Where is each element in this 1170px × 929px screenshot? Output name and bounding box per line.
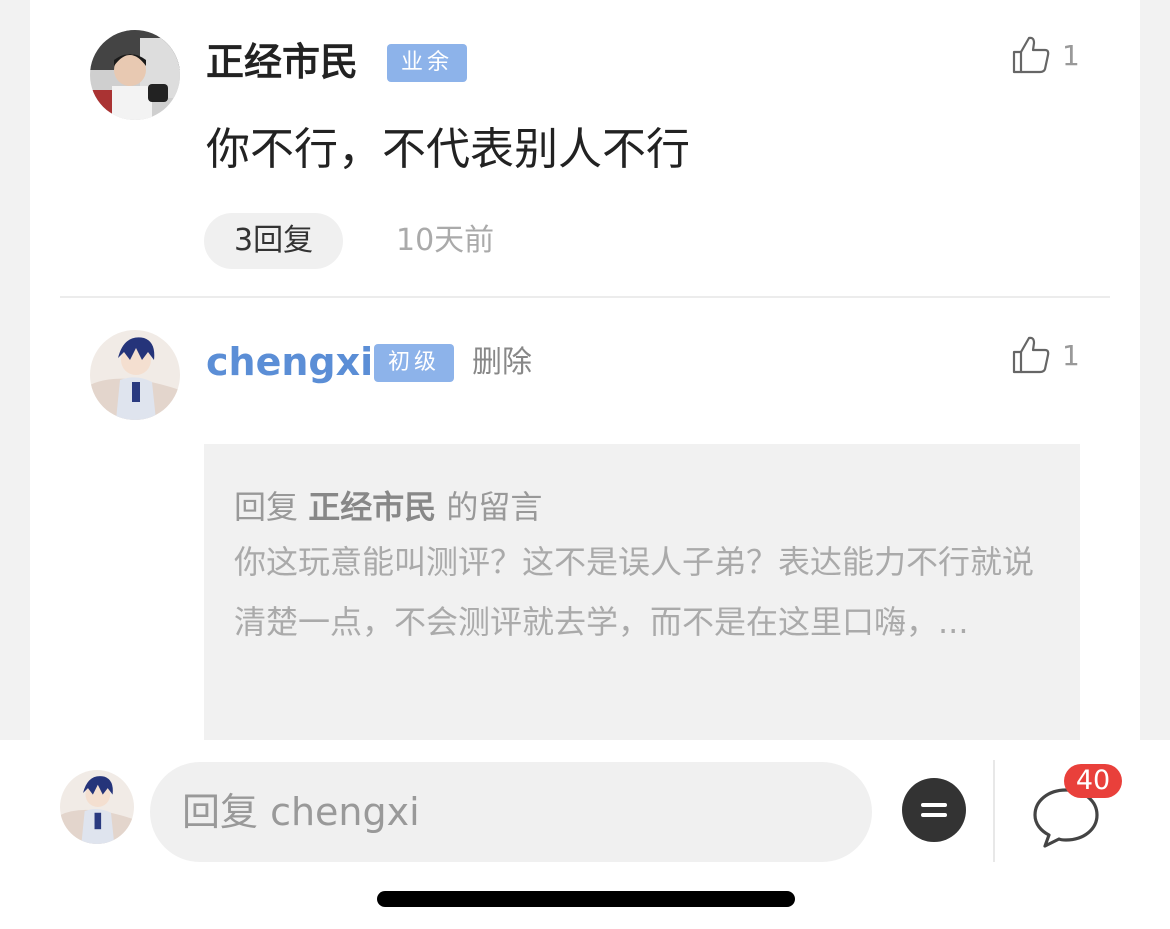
quote-header: 回复 正经市民 的留言 xyxy=(234,484,1050,530)
like-count: 1 xyxy=(1062,338,1080,372)
thumbs-up-icon xyxy=(1012,336,1050,374)
home-indicator[interactable] xyxy=(377,891,795,907)
quote-prefix: 回复 xyxy=(234,488,299,526)
comment-time: 10天前 xyxy=(396,223,495,258)
level-badge: 初级 xyxy=(374,344,455,382)
like-count: 1 xyxy=(1062,38,1080,72)
comment-username[interactable]: 正经市民 xyxy=(206,40,358,84)
avatar-chengxi[interactable] xyxy=(90,330,180,420)
level-badge: 业余 xyxy=(387,44,468,82)
reply-username[interactable]: chengxi xyxy=(206,340,373,384)
comment-text: 你不行，不代表别人不行 xyxy=(206,124,690,175)
reply-input[interactable]: 回复 chengxi xyxy=(150,762,872,862)
quote-suffix: 的留言 xyxy=(446,488,543,526)
comment-card: 正经市民 业余 1 你不行，不代表别人不行 3回复 10天前 chengxi 初… xyxy=(30,0,1140,740)
quoted-comment: 回复 正经市民 的留言 你这玩意能叫测评？这不是误人子弟？表达能力不行就说清楚一… xyxy=(204,444,1080,740)
message-count-badge: 40 xyxy=(1064,764,1122,798)
thumbs-up-icon xyxy=(1012,36,1050,74)
emoji-icon[interactable] xyxy=(900,776,968,844)
like-button[interactable]: 1 xyxy=(1010,34,1080,76)
reply-count-button[interactable]: 3回复 xyxy=(204,213,344,269)
divider xyxy=(993,760,995,862)
divider xyxy=(60,296,1110,298)
delete-button[interactable]: 删除 xyxy=(472,344,532,382)
quote-target[interactable]: 正经市民 xyxy=(308,488,436,526)
current-user-avatar xyxy=(60,770,134,844)
bottom-bar: 回复 chengxi 40 xyxy=(0,740,1170,929)
like-button[interactable]: 1 xyxy=(1010,334,1080,376)
avatar-zhengjing[interactable] xyxy=(90,30,180,120)
quote-text: 你这玩意能叫测评？这不是误人子弟？表达能力不行就说清楚一点，不会测评就去学，而不… xyxy=(234,543,1035,641)
